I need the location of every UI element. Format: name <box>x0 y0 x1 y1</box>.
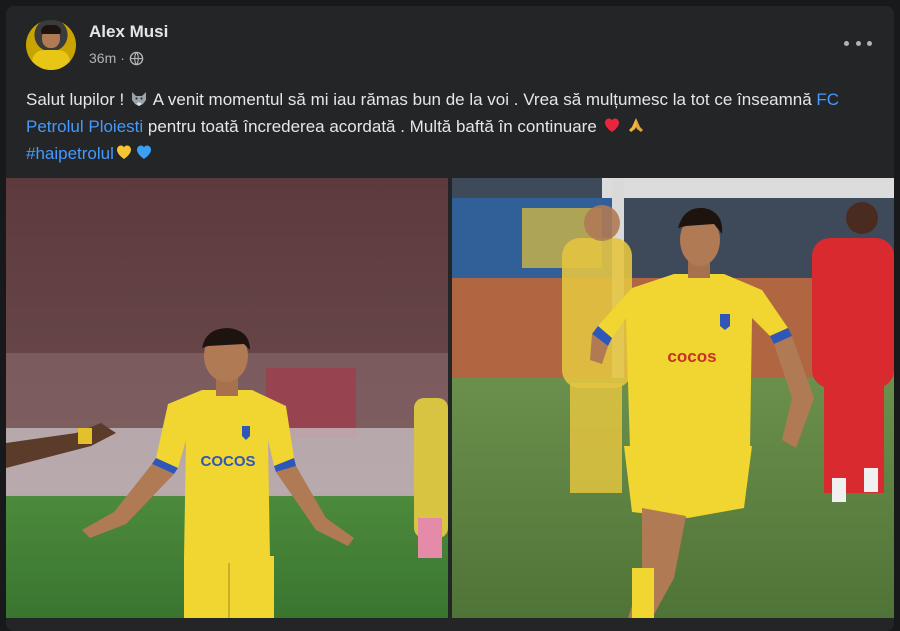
photo-left[interactable]: COCOS <box>6 178 448 618</box>
folded-hands-emoji <box>629 118 644 132</box>
photo-left-image: COCOS <box>6 178 448 618</box>
text-part-3: pentru toată încrederea acordată . Multă… <box>143 117 602 136</box>
blue-heart-emoji <box>136 145 151 159</box>
photo-grid: COCOS cocos <box>6 178 894 631</box>
facebook-post: Alex Musi 36m · Salut lupilor ! A venit … <box>6 6 894 631</box>
text-part-1: Salut lupilor ! <box>26 90 129 109</box>
more-dot <box>867 40 872 46</box>
author-avatar[interactable] <box>26 20 76 70</box>
post-time[interactable]: 36m <box>89 50 116 66</box>
globe-icon <box>129 51 144 65</box>
photo-right[interactable]: cocos <box>452 178 894 618</box>
more-dot <box>844 40 849 46</box>
author-name[interactable]: Alex Musi <box>89 22 168 42</box>
red-heart-emoji <box>604 118 619 132</box>
post-header: Alex Musi 36m · <box>6 6 894 78</box>
avatar-hair <box>41 25 61 34</box>
more-options-icon[interactable] <box>844 34 872 52</box>
more-dot <box>855 40 861 46</box>
avatar-shirt <box>32 50 70 70</box>
text-part-2: A venit momentul să mi iau rămas bun de … <box>152 90 817 109</box>
photo-right-image: cocos <box>452 178 894 618</box>
post-text: Salut lupilor ! A venit momentul să mi i… <box>26 86 876 167</box>
post-meta: 36m · <box>89 50 144 66</box>
hashtag-haipetrolul[interactable]: #haipetrolul <box>26 144 114 163</box>
right-shirt-sponsor: cocos <box>667 347 716 366</box>
meta-separator: · <box>120 50 125 66</box>
yellow-heart-emoji <box>116 145 131 159</box>
wolf-emoji <box>132 92 146 106</box>
left-shirt-sponsor: COCOS <box>200 453 255 470</box>
